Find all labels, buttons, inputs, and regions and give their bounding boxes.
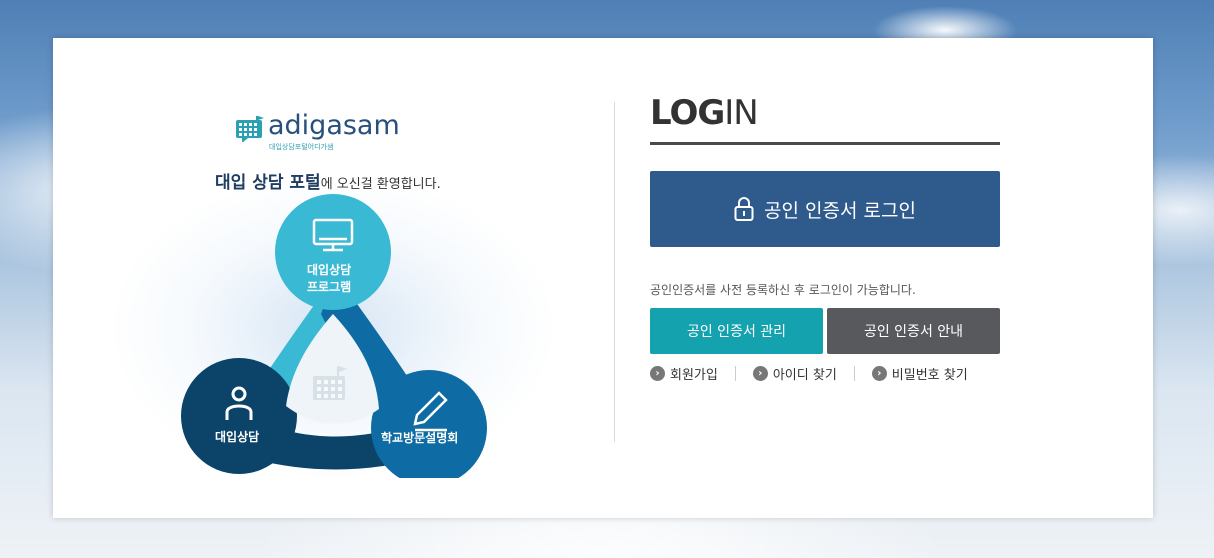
- find-password-label: 비밀번호 찾기: [891, 367, 968, 383]
- login-title-light: IN: [724, 93, 758, 133]
- program-label-line2: 프로그램: [307, 280, 352, 294]
- cert-login-label: 공인 인증서 로그인: [764, 199, 916, 222]
- title-underline: [650, 142, 1000, 145]
- building-chat-icon: [236, 116, 264, 142]
- lock-icon: [734, 197, 754, 221]
- signup-link[interactable]: › 회원가입: [650, 364, 718, 383]
- welcome-rest: 에 오신걸 환영합니다.: [320, 177, 441, 192]
- vertical-divider: [614, 102, 615, 442]
- find-password-link[interactable]: › 비밀번호 찾기: [871, 364, 968, 383]
- chevron-right-icon: ›: [871, 365, 887, 381]
- signup-label: 회원가입: [670, 367, 718, 383]
- logo-subtitle: 대입상담포털어디가샘: [269, 143, 334, 151]
- cert-manage-button[interactable]: 공인 인증서 관리: [650, 308, 823, 354]
- chevron-right-icon: ›: [752, 365, 768, 381]
- consult-label: 대입상담: [215, 430, 260, 444]
- login-title: LOGIN: [650, 93, 759, 133]
- login-card: adigasam 대입상담포털어디가샘 대입 상담 포털에 오신걸 환영합니다.: [53, 38, 1153, 518]
- link-separator: [853, 365, 855, 381]
- find-id-link[interactable]: › 아이디 찾기: [752, 364, 837, 383]
- adigasam-logo: adigasam 대입상담포털어디가샘: [236, 110, 426, 154]
- link-separator: [734, 365, 736, 381]
- welcome-bold: 대입 상담 포털: [215, 173, 321, 193]
- cert-login-button[interactable]: 공인 인증서 로그인: [650, 171, 1000, 247]
- logo-wordmark: adigasam: [268, 110, 400, 141]
- account-links: › 회원가입 › 아이디 찾기 › 비밀번호 찾기: [650, 363, 968, 383]
- chevron-right-icon: ›: [650, 365, 665, 381]
- consult-node: [181, 358, 297, 474]
- program-label: 대입상담 프로그램: [307, 262, 351, 296]
- cert-guide-button[interactable]: 공인 인증서 안내: [827, 308, 1000, 354]
- login-notice: 공인인증서를 사전 등록하신 후 로그인이 가능합니다.: [650, 283, 916, 297]
- program-label-line1: 대입상담: [307, 263, 352, 277]
- find-id-label: 아이디 찾기: [772, 367, 837, 383]
- school-visit-label: 학교방문설명회: [381, 431, 459, 445]
- login-title-bold: LOG: [650, 93, 725, 133]
- welcome-message: 대입 상담 포털에 오신걸 환영합니다.: [215, 168, 495, 193]
